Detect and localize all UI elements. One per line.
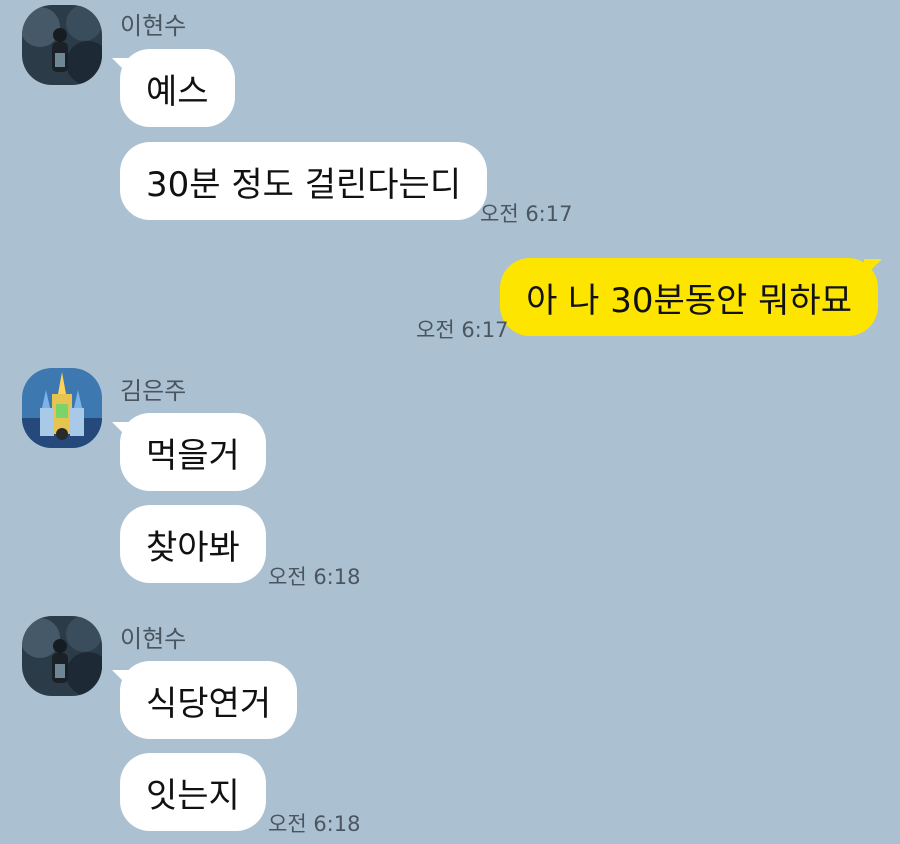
message-bubble[interactable]: 식당연거 xyxy=(120,661,298,739)
message-bubble[interactable]: 잇는지 xyxy=(120,753,266,831)
avatar-leehyunsoo[interactable] xyxy=(22,616,102,696)
message-bubble[interactable]: 30분 정도 걸린다는디 xyxy=(120,142,488,220)
message-timestamp: 오전 6:17 xyxy=(416,318,509,342)
avatar-leehyunsoo[interactable] xyxy=(22,5,102,85)
profile-photo-castle-night-icon xyxy=(22,368,102,448)
avatar-kimeunju[interactable] xyxy=(22,368,102,448)
message-bubble[interactable]: 먹을거 xyxy=(120,413,266,491)
sender-name: 이현수 xyxy=(120,625,187,653)
message-timestamp: 오전 6:18 xyxy=(268,565,361,589)
message-timestamp: 오전 6:17 xyxy=(480,202,573,226)
sender-name: 김은주 xyxy=(120,377,187,405)
sender-name: 이현수 xyxy=(120,12,187,40)
message-bubble[interactable]: 찾아봐 xyxy=(120,505,266,583)
profile-photo-dark-forest-icon xyxy=(22,5,102,85)
message-bubble[interactable]: 예스 xyxy=(120,49,235,127)
message-timestamp: 오전 6:18 xyxy=(268,812,361,836)
my-message-bubble[interactable]: 아 나 30분동안 뭐하묘 xyxy=(500,258,878,336)
profile-photo-dark-forest-icon xyxy=(22,616,102,696)
